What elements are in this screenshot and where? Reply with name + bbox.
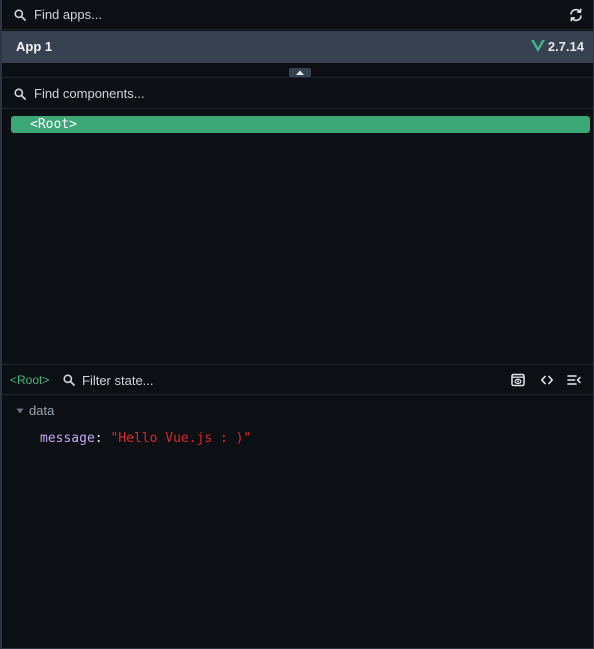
apps-search-bar[interactable]: Find apps... [2,0,593,30]
components-search-input[interactable]: Find components... [34,86,145,101]
menu-icon[interactable] [567,373,581,387]
apps-search-input[interactable]: Find apps... [34,7,102,22]
app-name: App 1 [16,39,53,54]
tree-node-root[interactable]: <Root> [11,116,590,133]
inspector-toolbar: <Root> Filter state... [2,364,593,395]
scroll-to-component-icon[interactable] [511,373,525,387]
state-entry[interactable]: message: "Hello Vue.js : )" [40,431,251,446]
app-selector-row[interactable]: App 1 2.7.14 [2,31,593,63]
state-section-title[interactable]: data [29,403,54,418]
vue-logo-icon [531,40,545,52]
component-tree: <Root> [2,110,593,364]
tree-node-label: <Root> [30,117,77,132]
filter-state-input[interactable]: Filter state... [82,373,154,388]
state-value[interactable]: "Hello Vue.js : )" [110,431,251,446]
search-icon [14,88,26,100]
state-key: message [40,431,95,446]
collapse-button[interactable] [289,68,311,77]
search-icon [63,374,75,386]
components-search-bar[interactable]: Find components... [2,79,593,109]
chevron-up-icon [296,70,304,75]
caret-down-icon[interactable] [16,407,24,415]
refresh-icon[interactable] [568,7,584,23]
code-icon[interactable] [540,373,554,387]
framework-version: 2.7.14 [547,39,584,54]
vue-devtools-panel: Find apps... App 1 2.7.14 Find component… [0,0,594,649]
state-inspector: data message: "Hello Vue.js : )" [2,396,593,646]
pane-splitter[interactable] [2,63,593,78]
search-icon [14,9,26,21]
state-separator: : [94,431,111,446]
selected-component-name: <Root> [10,373,50,387]
